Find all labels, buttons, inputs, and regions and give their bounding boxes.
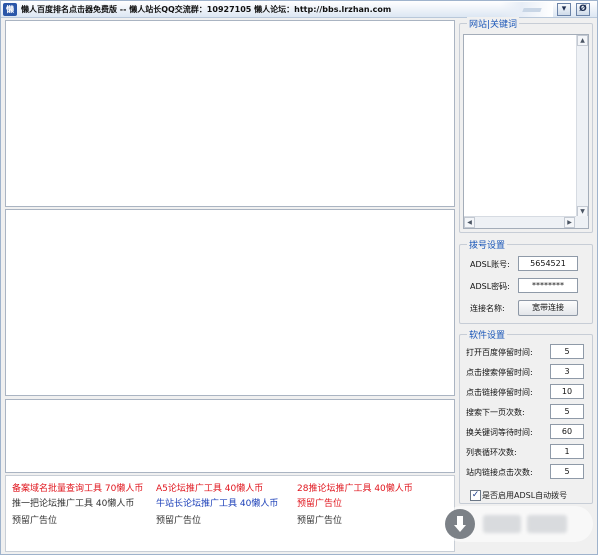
scroll-up-icon[interactable]: ▲ [577, 35, 588, 46]
adsl-account-label: ADSL账号: [470, 260, 510, 269]
ad-link[interactable]: 备案域名批量查询工具 70懒人币 [12, 481, 143, 494]
adsl-auto-dial-label: 是否启用ADSL自动拨号 [482, 491, 568, 500]
next-page-count-label: 搜索下一页次数: [466, 408, 525, 417]
ad-link[interactable]: 推一把论坛推广工具 40懒人币 [12, 496, 134, 509]
open-baidu-wait-label: 打开百度停留时间: [466, 348, 533, 357]
main-window: 懒 懒人百度排名点击器免费版 -- 懒人站长QQ交流群：10927105 懒人论… [0, 0, 598, 555]
browser-pane[interactable] [5, 20, 455, 207]
ad-link[interactable]: 牛站长论坛推广工具 40懒人币 [156, 496, 278, 509]
link-wait-input[interactable]: 10 [550, 384, 584, 399]
next-page-count-input[interactable]: 5 [550, 404, 584, 419]
keywords-list[interactable]: ▲ ▼ ◀ ▶ [463, 34, 589, 229]
connection-name-label: 连接名称: [470, 304, 505, 313]
adsl-auto-dial-checkbox[interactable]: ✓ [470, 490, 481, 501]
ad-slot[interactable]: 预留广告位 [156, 513, 201, 526]
internal-link-clicks-label: 站内链接点击次数: [466, 468, 533, 477]
search-wait-label: 点击搜索停留时间: [466, 368, 533, 377]
ad-link[interactable]: A5论坛推广工具 40懒人币 [156, 481, 263, 494]
minimize-button[interactable]: ▾ [557, 3, 571, 16]
ad-slot[interactable]: 预留广告位 [297, 496, 342, 509]
link-wait-label: 点击链接停留时间: [466, 388, 533, 397]
close-button[interactable]: Ø [576, 3, 590, 16]
keyword-switch-wait-label: 换关键词等待时间: [466, 428, 533, 437]
ad-slot[interactable]: 预留广告位 [12, 513, 57, 526]
software-settings-group: 软件设置 打开百度停留时间: 5 点击搜索停留时间: 3 点击链接停留时间: 1… [459, 328, 593, 504]
open-baidu-wait-input[interactable]: 5 [550, 344, 584, 359]
title-bar: 懒 懒人百度排名点击器免费版 -- 懒人站长QQ交流群：10927105 懒人论… [1, 1, 597, 18]
floating-download-overlay[interactable] [443, 506, 593, 542]
keyword-switch-wait-input[interactable]: 60 [550, 424, 584, 439]
app-icon: 懒 [3, 3, 17, 16]
window-title: 懒人百度排名点击器免费版 -- 懒人站长QQ交流群：10927105 懒人论坛：… [21, 5, 392, 14]
blurred-text [483, 515, 521, 533]
vertical-scrollbar[interactable]: ▲ ▼ [576, 35, 588, 217]
connection-name-button[interactable]: 宽带连接 [518, 300, 578, 316]
software-group-title: 软件设置 [467, 328, 508, 341]
search-wait-input[interactable]: 3 [550, 364, 584, 379]
log-pane[interactable] [5, 209, 455, 396]
keywords-group-title: 网站|关键词 [467, 17, 520, 30]
scroll-corner [576, 216, 588, 228]
title-decoration [501, 2, 553, 17]
blurred-text [527, 515, 567, 533]
loop-count-input[interactable]: 1 [550, 444, 584, 459]
adsl-account-input[interactable]: 5654521 [518, 256, 578, 271]
adsl-password-input[interactable]: ******** [518, 278, 578, 293]
ads-panel: 备案域名批量查询工具 70懒人币 A5论坛推广工具 40懒人币 28推论坛推广工… [5, 475, 455, 552]
ad-slot[interactable]: 预留广告位 [297, 513, 342, 526]
dial-group-title: 拨号设置 [467, 238, 508, 251]
keywords-group: 网站|关键词 ▲ ▼ ◀ ▶ [459, 17, 593, 233]
scroll-right-icon[interactable]: ▶ [564, 217, 575, 228]
loop-count-label: 列表循环次数: [466, 448, 517, 457]
internal-link-clicks-input[interactable]: 5 [550, 464, 584, 479]
dial-settings-group: 拨号设置 ADSL账号: 5654521 ADSL密码: ******** 连接… [459, 238, 593, 324]
horizontal-scrollbar[interactable]: ◀ ▶ [464, 216, 588, 228]
adsl-password-label: ADSL密码: [470, 282, 510, 291]
ad-link[interactable]: 28推论坛推广工具 40懒人币 [297, 481, 413, 494]
scroll-left-icon[interactable]: ◀ [464, 217, 475, 228]
status-pane[interactable] [5, 399, 455, 473]
download-icon[interactable] [445, 509, 475, 539]
